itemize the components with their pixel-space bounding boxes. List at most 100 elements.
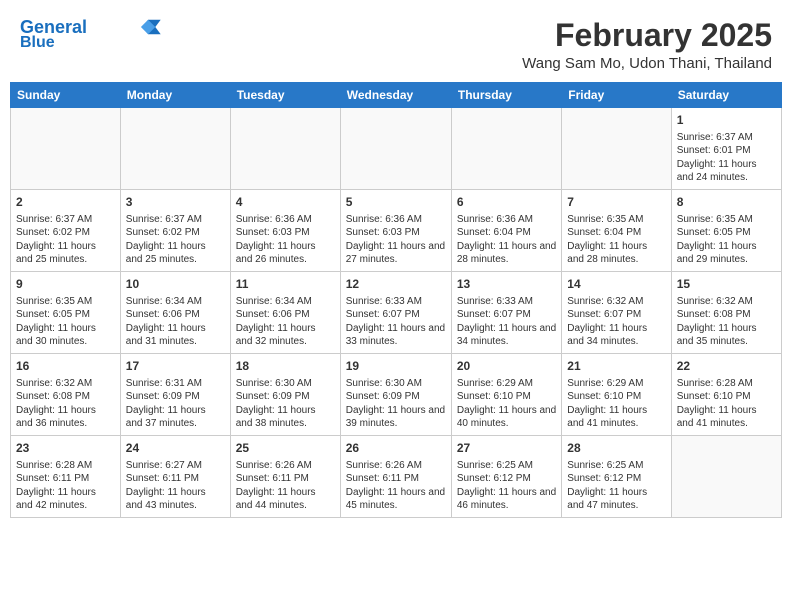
day-number: 18 [236, 358, 335, 375]
calendar-cell: 15 Sunrise: 6:32 AM Sunset: 6:08 PM Dayli… [671, 272, 781, 354]
day-info: Sunrise: 6:37 AM Sunset: 6:02 PM Dayligh… [16, 213, 115, 267]
day-info: Sunrise: 6:26 AM Sunset: 6:11 PM Dayligh… [346, 459, 446, 513]
day-number: 12 [346, 276, 446, 293]
day-number: 11 [236, 276, 335, 293]
day-number: 25 [236, 440, 335, 457]
day-number: 10 [126, 276, 225, 293]
day-info: Sunrise: 6:36 AM Sunset: 6:04 PM Dayligh… [457, 213, 556, 267]
day-info: Sunrise: 6:28 AM Sunset: 6:10 PM Dayligh… [677, 377, 776, 431]
day-number: 17 [126, 358, 225, 375]
title-block: February 2025 Wang Sam Mo, Udon Thani, T… [522, 18, 772, 72]
calendar-week-row: 9 Sunrise: 6:35 AM Sunset: 6:05 PM Daylig… [11, 272, 782, 354]
calendar-cell: 18 Sunrise: 6:30 AM Sunset: 6:09 PM Dayli… [230, 354, 340, 436]
day-number: 24 [126, 440, 225, 457]
calendar-cell [451, 108, 561, 190]
day-info: Sunrise: 6:31 AM Sunset: 6:09 PM Dayligh… [126, 377, 225, 431]
day-info: Sunrise: 6:36 AM Sunset: 6:03 PM Dayligh… [346, 213, 446, 267]
day-number: 7 [567, 194, 665, 211]
calendar-cell: 25 Sunrise: 6:26 AM Sunset: 6:11 PM Dayli… [230, 436, 340, 518]
day-number: 6 [457, 194, 556, 211]
calendar-cell: 24 Sunrise: 6:27 AM Sunset: 6:11 PM Dayli… [120, 436, 230, 518]
day-number: 9 [16, 276, 115, 293]
day-number: 20 [457, 358, 556, 375]
calendar-cell: 7 Sunrise: 6:35 AM Sunset: 6:04 PM Daylig… [562, 190, 671, 272]
day-info: Sunrise: 6:30 AM Sunset: 6:09 PM Dayligh… [346, 377, 446, 431]
calendar-table: SundayMondayTuesdayWednesdayThursdayFrid… [10, 82, 782, 518]
day-number: 5 [346, 194, 446, 211]
day-info: Sunrise: 6:35 AM Sunset: 6:05 PM Dayligh… [677, 213, 776, 267]
calendar-cell [562, 108, 671, 190]
day-number: 8 [677, 194, 776, 211]
day-info: Sunrise: 6:34 AM Sunset: 6:06 PM Dayligh… [236, 295, 335, 349]
day-number: 15 [677, 276, 776, 293]
calendar-cell: 8 Sunrise: 6:35 AM Sunset: 6:05 PM Daylig… [671, 190, 781, 272]
weekday-header: Sunday [11, 83, 121, 108]
day-info: Sunrise: 6:32 AM Sunset: 6:08 PM Dayligh… [16, 377, 115, 431]
calendar-header-row: SundayMondayTuesdayWednesdayThursdayFrid… [11, 83, 782, 108]
calendar-week-row: 16 Sunrise: 6:32 AM Sunset: 6:08 PM Dayli… [11, 354, 782, 436]
calendar-cell: 23 Sunrise: 6:28 AM Sunset: 6:11 PM Dayli… [11, 436, 121, 518]
calendar-cell [671, 436, 781, 518]
day-info: Sunrise: 6:37 AM Sunset: 6:02 PM Dayligh… [126, 213, 225, 267]
calendar-cell: 20 Sunrise: 6:29 AM Sunset: 6:10 PM Dayli… [451, 354, 561, 436]
calendar-cell: 3 Sunrise: 6:37 AM Sunset: 6:02 PM Daylig… [120, 190, 230, 272]
weekday-header: Thursday [451, 83, 561, 108]
calendar-cell: 1 Sunrise: 6:37 AM Sunset: 6:01 PM Daylig… [671, 108, 781, 190]
day-info: Sunrise: 6:27 AM Sunset: 6:11 PM Dayligh… [126, 459, 225, 513]
day-info: Sunrise: 6:34 AM Sunset: 6:06 PM Dayligh… [126, 295, 225, 349]
calendar-cell [11, 108, 121, 190]
day-number: 14 [567, 276, 665, 293]
day-number: 26 [346, 440, 446, 457]
weekday-header: Friday [562, 83, 671, 108]
calendar-cell: 22Sunrise: 6:28 AM Sunset: 6:10 PM Dayli… [671, 354, 781, 436]
weekday-header: Wednesday [340, 83, 451, 108]
calendar-cell [230, 108, 340, 190]
page-header: General Blue February 2025 Wang Sam Mo, … [10, 10, 782, 76]
calendar-cell: 26 Sunrise: 6:26 AM Sunset: 6:11 PM Dayli… [340, 436, 451, 518]
day-number: 1 [677, 112, 776, 129]
calendar-cell [120, 108, 230, 190]
day-info: Sunrise: 6:26 AM Sunset: 6:11 PM Dayligh… [236, 459, 335, 513]
calendar-cell: 19 Sunrise: 6:30 AM Sunset: 6:09 PM Dayli… [340, 354, 451, 436]
day-number: 16 [16, 358, 115, 375]
day-info: Sunrise: 6:29 AM Sunset: 6:10 PM Dayligh… [457, 377, 556, 431]
day-number: 28 [567, 440, 665, 457]
logo-blue-text: Blue [20, 34, 55, 52]
day-number: 4 [236, 194, 335, 211]
day-info: Sunrise: 6:33 AM Sunset: 6:07 PM Dayligh… [457, 295, 556, 349]
weekday-header: Monday [120, 83, 230, 108]
month-title: February 2025 [522, 18, 772, 53]
day-info: Sunrise: 6:37 AM Sunset: 6:01 PM Dayligh… [677, 131, 776, 185]
day-info: Sunrise: 6:30 AM Sunset: 6:09 PM Dayligh… [236, 377, 335, 431]
calendar-week-row: 2Sunrise: 6:37 AM Sunset: 6:02 PM Daylig… [11, 190, 782, 272]
calendar-cell: 13Sunrise: 6:33 AM Sunset: 6:07 PM Dayli… [451, 272, 561, 354]
calendar-cell: 10 Sunrise: 6:34 AM Sunset: 6:06 PM Dayli… [120, 272, 230, 354]
day-info: Sunrise: 6:29 AM Sunset: 6:10 PM Dayligh… [567, 377, 665, 431]
calendar-week-row: 23 Sunrise: 6:28 AM Sunset: 6:11 PM Dayli… [11, 436, 782, 518]
day-number: 21 [567, 358, 665, 375]
day-info: Sunrise: 6:25 AM Sunset: 6:12 PM Dayligh… [457, 459, 556, 513]
calendar-cell [340, 108, 451, 190]
calendar-cell: 11 Sunrise: 6:34 AM Sunset: 6:06 PM Dayli… [230, 272, 340, 354]
calendar-cell: 16 Sunrise: 6:32 AM Sunset: 6:08 PM Dayli… [11, 354, 121, 436]
day-number: 27 [457, 440, 556, 457]
day-info: Sunrise: 6:35 AM Sunset: 6:05 PM Dayligh… [16, 295, 115, 349]
weekday-header: Saturday [671, 83, 781, 108]
calendar-cell: 12Sunrise: 6:33 AM Sunset: 6:07 PM Dayli… [340, 272, 451, 354]
day-info: Sunrise: 6:32 AM Sunset: 6:08 PM Dayligh… [677, 295, 776, 349]
day-number: 19 [346, 358, 446, 375]
day-number: 23 [16, 440, 115, 457]
calendar-cell: 28Sunrise: 6:25 AM Sunset: 6:12 PM Dayli… [562, 436, 671, 518]
day-info: Sunrise: 6:35 AM Sunset: 6:04 PM Dayligh… [567, 213, 665, 267]
day-info: Sunrise: 6:36 AM Sunset: 6:03 PM Dayligh… [236, 213, 335, 267]
calendar-cell: 14Sunrise: 6:32 AM Sunset: 6:07 PM Dayli… [562, 272, 671, 354]
logo: General Blue [20, 18, 163, 51]
weekday-header: Tuesday [230, 83, 340, 108]
calendar-cell: 27 Sunrise: 6:25 AM Sunset: 6:12 PM Dayli… [451, 436, 561, 518]
calendar-cell: 21 Sunrise: 6:29 AM Sunset: 6:10 PM Dayli… [562, 354, 671, 436]
calendar-cell: 2Sunrise: 6:37 AM Sunset: 6:02 PM Daylig… [11, 190, 121, 272]
day-info: Sunrise: 6:28 AM Sunset: 6:11 PM Dayligh… [16, 459, 115, 513]
calendar-cell: 9 Sunrise: 6:35 AM Sunset: 6:05 PM Daylig… [11, 272, 121, 354]
calendar-cell: 4 Sunrise: 6:36 AM Sunset: 6:03 PM Daylig… [230, 190, 340, 272]
day-number: 3 [126, 194, 225, 211]
